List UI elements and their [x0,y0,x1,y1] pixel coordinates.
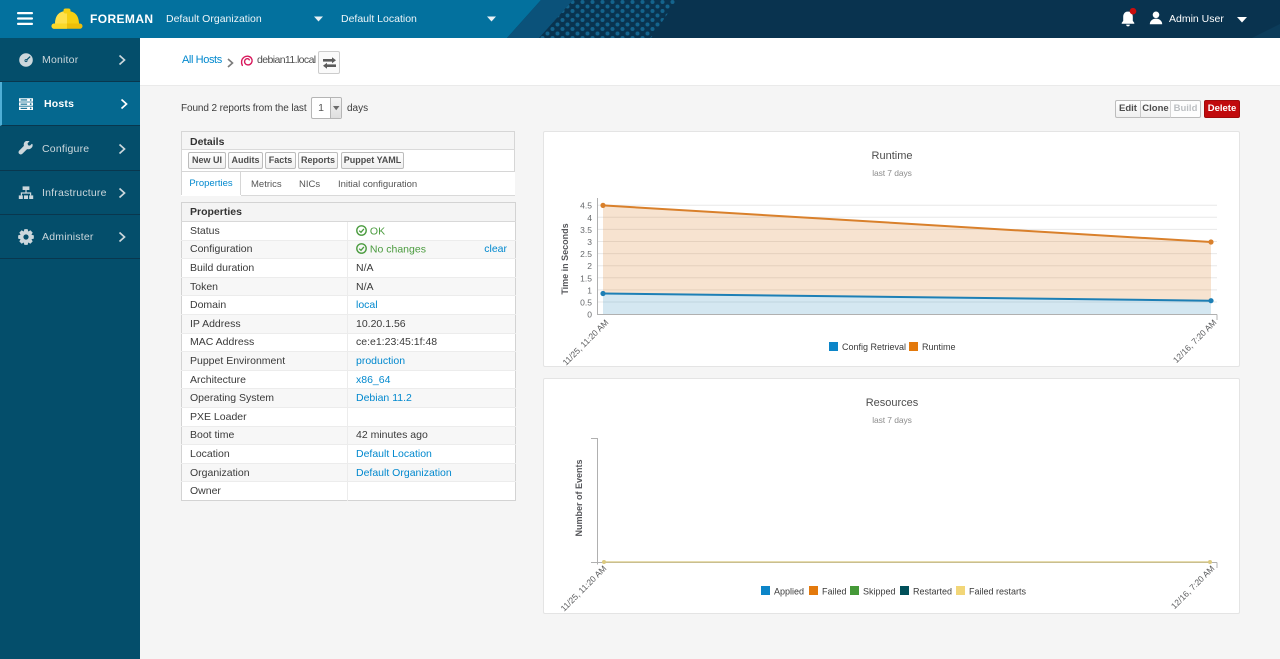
svg-text:Number of Events: Number of Events [574,459,584,536]
svg-text:Failed: Failed [822,587,847,597]
svg-text:4.5: 4.5 [580,201,592,211]
svg-text:Runtime: Runtime [872,150,913,162]
svg-text:11/25, 11:20 AM: 11/25, 11:20 AM [558,563,608,613]
svg-text:FOREMAN: FOREMAN [90,12,153,26]
svg-text:1: 1 [587,285,592,295]
svg-text:12/16, 7:20 AM: 12/16, 7:20 AM [1171,317,1219,365]
svg-text:Failed restarts: Failed restarts [969,587,1027,597]
svg-text:3.5: 3.5 [580,225,592,235]
svg-text:1.5: 1.5 [580,273,592,283]
svg-text:Skipped: Skipped [863,587,896,597]
svg-text:12/16, 7:20 AM: 12/16, 7:20 AM [1169,563,1217,611]
svg-text:Resources: Resources [866,397,919,409]
svg-text:Runtime: Runtime [922,342,956,352]
svg-text:Time in Seconds: Time in Seconds [560,223,570,294]
svg-text:Applied: Applied [774,587,804,597]
svg-text:Config Retrieval: Config Retrieval [842,342,906,352]
svg-text:11/25, 11:20 AM: 11/25, 11:20 AM [560,317,610,366]
svg-text:3: 3 [587,237,592,247]
svg-text:0: 0 [587,310,592,320]
svg-text:Restarted: Restarted [913,587,952,597]
svg-text:2.5: 2.5 [580,249,592,259]
svg-text:last 7 days: last 7 days [872,168,912,178]
svg-text:2: 2 [587,261,592,271]
svg-text:4: 4 [587,213,592,223]
svg-text:last 7 days: last 7 days [872,415,912,425]
svg-text:0.5: 0.5 [580,298,592,308]
